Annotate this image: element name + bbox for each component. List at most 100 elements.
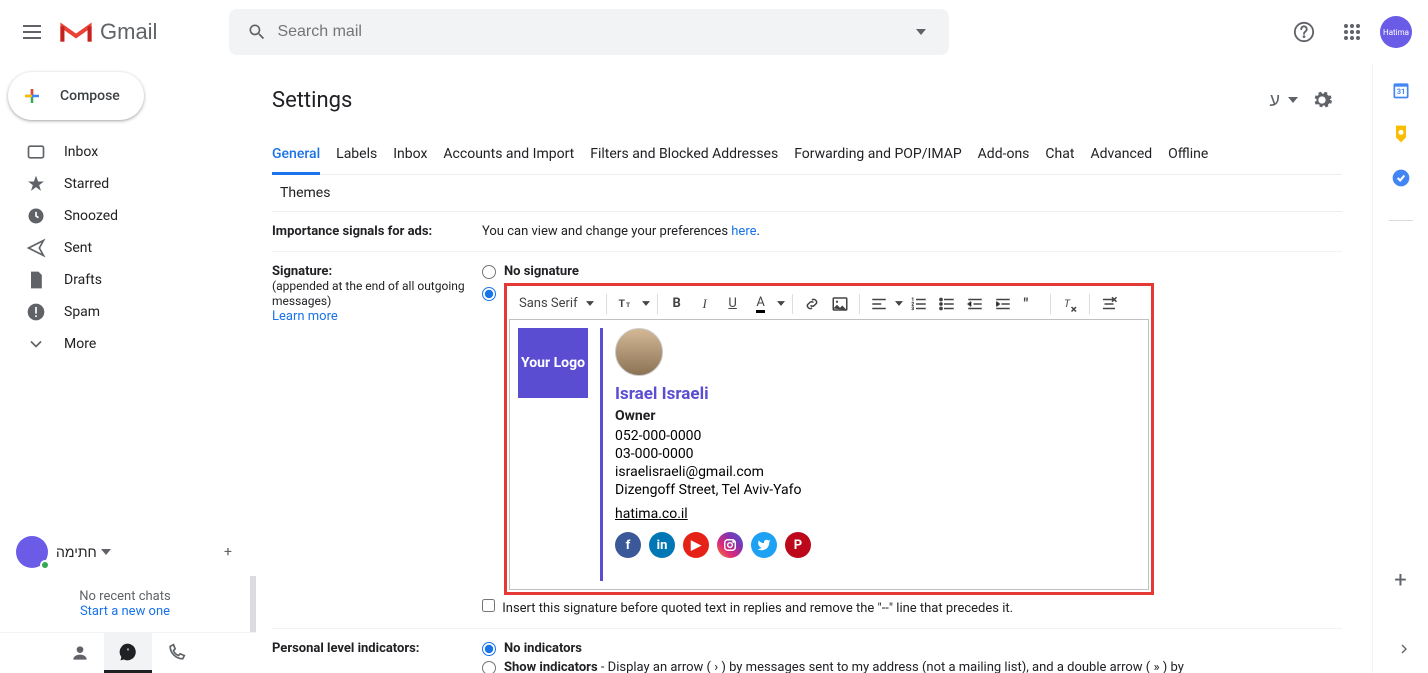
svg-text:T: T xyxy=(626,301,631,309)
compose-button[interactable]: Compose xyxy=(8,72,144,120)
help-icon xyxy=(1293,21,1315,43)
tab-advanced[interactable]: Advanced xyxy=(1090,136,1152,174)
apps-button[interactable] xyxy=(1332,12,1372,52)
font-size-button[interactable]: TT xyxy=(613,291,639,317)
keep-button[interactable] xyxy=(1391,124,1411,144)
font-family-select[interactable]: Sans Serif xyxy=(513,296,600,311)
svg-text:T: T xyxy=(1064,297,1071,310)
no-signature-radio[interactable] xyxy=(482,265,496,279)
input-tools-button[interactable]: ע xyxy=(1266,86,1284,115)
tab-themes[interactable]: Themes xyxy=(272,175,330,211)
sidebar-item-drafts[interactable]: Drafts xyxy=(0,264,256,296)
instagram-icon[interactable] xyxy=(717,532,743,558)
text-color-button[interactable]: A xyxy=(748,291,774,317)
main-menu-button[interactable] xyxy=(8,8,56,56)
font-size-dropdown[interactable] xyxy=(641,301,651,306)
sidebar-item-spam[interactable]: Spam xyxy=(0,296,256,328)
svg-text:31: 31 xyxy=(1396,87,1405,96)
hangouts-chat-tab[interactable]: " xyxy=(104,633,152,673)
caret-down-icon[interactable] xyxy=(101,549,111,555)
remove-format-button[interactable]: T xyxy=(1057,291,1083,317)
youtube-icon[interactable]: ▶ xyxy=(683,532,709,558)
pinterest-icon[interactable]: P xyxy=(785,532,811,558)
clear-format-button[interactable] xyxy=(1096,291,1122,317)
tasks-button[interactable] xyxy=(1391,168,1411,188)
hangouts-avatar[interactable] xyxy=(16,536,48,568)
clock-icon xyxy=(26,206,46,226)
sidebar-item-starred[interactable]: Starred xyxy=(0,168,256,200)
apps-grid-icon xyxy=(1343,23,1361,41)
learn-more-link[interactable]: Learn more xyxy=(272,309,338,324)
signature-url[interactable]: hatima.co.il xyxy=(615,506,688,522)
tab-chat[interactable]: Chat xyxy=(1045,136,1074,174)
tab-forwarding[interactable]: Forwarding and POP/IMAP xyxy=(794,136,961,174)
signature-editor-content[interactable]: Your Logo Israel Israeli Owner 052-000-0… xyxy=(509,320,1149,590)
underline-button[interactable]: U xyxy=(720,291,746,317)
bulleted-list-button[interactable] xyxy=(934,291,960,317)
setting-row-signature: Signature: (appended at the end of all o… xyxy=(272,252,1342,629)
caret-down-icon xyxy=(586,301,594,306)
keep-icon xyxy=(1391,124,1411,144)
italic-button[interactable]: I xyxy=(692,291,718,317)
tab-accounts[interactable]: Accounts and Import xyxy=(443,136,574,174)
tab-general[interactable]: General xyxy=(272,136,320,175)
sidebar-item-inbox[interactable]: Inbox xyxy=(0,136,256,168)
gmail-logo[interactable]: Gmail xyxy=(60,19,157,45)
get-addons-button[interactable]: + xyxy=(1394,568,1406,593)
indent-less-button[interactable] xyxy=(962,291,988,317)
sidebar-item-more[interactable]: More xyxy=(0,328,256,360)
italic-icon: I xyxy=(702,296,706,312)
indent-more-button[interactable] xyxy=(990,291,1016,317)
search-input[interactable] xyxy=(277,23,901,41)
tab-labels[interactable]: Labels xyxy=(336,136,377,174)
quote-button[interactable]: " xyxy=(1018,291,1044,317)
support-button[interactable] xyxy=(1284,12,1324,52)
start-new-chat-link[interactable]: Start a new one xyxy=(80,604,170,619)
new-chat-button[interactable]: + xyxy=(216,540,240,564)
text-color-dropdown[interactable] xyxy=(776,301,786,306)
hangouts-contacts-tab[interactable] xyxy=(56,633,104,673)
insert-signature-checkbox[interactable] xyxy=(482,599,495,612)
link-button[interactable] xyxy=(799,291,825,317)
search-options-dropdown[interactable] xyxy=(901,12,941,52)
sidebar-item-label: Inbox xyxy=(64,144,98,160)
caret-down-icon[interactable] xyxy=(1288,97,1298,103)
search-container xyxy=(229,9,949,55)
chat-icon: " xyxy=(118,642,138,662)
align-dropdown[interactable] xyxy=(894,301,904,306)
search-box[interactable] xyxy=(229,9,949,55)
align-button[interactable] xyxy=(866,291,892,317)
numbered-list-button[interactable]: 123 xyxy=(906,291,932,317)
tab-inbox[interactable]: Inbox xyxy=(393,136,427,174)
tab-filters[interactable]: Filters and Blocked Addresses xyxy=(590,136,778,174)
signature-portrait xyxy=(615,328,663,376)
signature-radio[interactable] xyxy=(482,287,496,301)
calendar-button[interactable]: 31 xyxy=(1391,80,1411,100)
facebook-icon[interactable]: f xyxy=(615,532,641,558)
collapse-panel-button[interactable] xyxy=(1396,641,1412,661)
sidebar-item-snoozed[interactable]: Snoozed xyxy=(0,200,256,232)
show-indicators-radio[interactable] xyxy=(482,661,496,673)
plus-icon xyxy=(20,84,44,108)
main-content: Settings ע General Labels Inbox Accounts… xyxy=(256,64,1372,673)
settings-gear-button[interactable] xyxy=(1302,80,1342,120)
text-color-icon: A xyxy=(756,295,764,313)
presence-indicator-icon xyxy=(40,560,50,570)
importance-here-link[interactable]: here xyxy=(731,224,756,239)
signature-logo-placeholder: Your Logo xyxy=(518,328,588,398)
image-button[interactable] xyxy=(827,291,853,317)
hangouts-phone-tab[interactable] xyxy=(152,633,200,673)
sidebar-item-sent[interactable]: Sent xyxy=(0,232,256,264)
chevron-down-icon xyxy=(26,334,46,354)
tab-offline[interactable]: Offline xyxy=(1168,136,1208,174)
bold-button[interactable]: B xyxy=(664,291,690,317)
linkedin-icon[interactable]: in xyxy=(649,532,675,558)
signature-social-row: f in ▶ P xyxy=(615,532,1140,558)
no-indicators-radio[interactable] xyxy=(482,642,496,656)
twitter-icon[interactable] xyxy=(751,532,777,558)
tab-addons[interactable]: Add-ons xyxy=(978,136,1030,174)
search-icon[interactable] xyxy=(237,12,277,52)
account-avatar[interactable]: Hatima xyxy=(1380,16,1412,48)
align-icon xyxy=(870,295,888,313)
page-title: Settings xyxy=(272,88,352,113)
